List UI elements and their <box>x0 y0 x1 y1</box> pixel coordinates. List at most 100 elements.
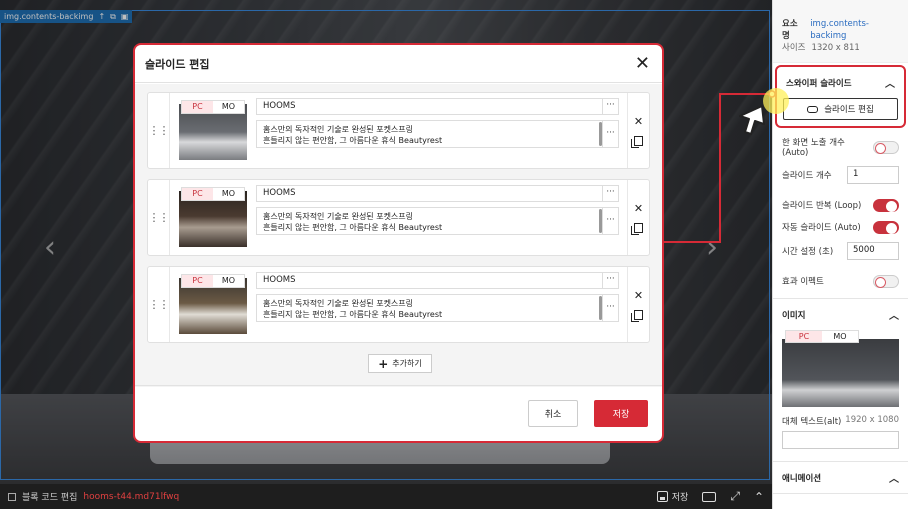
slide-desc-line1: 홈스만의 독자적인 기술로 완성된 포켓스프링 <box>263 125 414 134</box>
auto-slide-toggle[interactable] <box>873 220 899 234</box>
slide-desc-input[interactable]: 홈스만의 독자적인 기술로 완성된 포켓스프링 흔들리지 않는 편안함, 그 아… <box>256 120 619 148</box>
title-more-button[interactable]: ··· <box>602 185 618 202</box>
edit-slides-button[interactable]: 슬라이드 편집 <box>783 98 898 120</box>
slide-count-row: 슬라이드 개수 1 <box>773 162 908 188</box>
image-section-title: 이미지 <box>782 310 806 321</box>
loop-toggle[interactable] <box>873 198 899 212</box>
slide-desc-input[interactable]: 홈스만의 독자적인 기술로 완성된 포켓스프링 흔들리지 않는 편안함, 그 아… <box>256 207 619 235</box>
drag-handle-icon[interactable]: ⋮⋮ <box>148 267 170 342</box>
duplicate-slide-icon[interactable] <box>631 310 643 322</box>
hand-cursor-icon <box>739 105 765 135</box>
cancel-button[interactable]: 취소 <box>528 400 578 427</box>
modal-header: 슬라이드 편집 ✕ <box>135 45 662 83</box>
modal-footer: 취소 저장 <box>135 385 662 441</box>
slide-desc-line2: 흔들리지 않는 편안함, 그 아름다운 휴식 Beautyrest <box>263 310 443 319</box>
tab-mo[interactable]: MO <box>822 331 858 342</box>
slide-title-input[interactable]: HOOMS ··· <box>256 185 619 202</box>
drag-handle-icon[interactable]: ⋮⋮ <box>148 180 170 255</box>
chevron-up-icon[interactable]: ︿ <box>889 470 899 485</box>
bottom-save-button[interactable]: 저장 <box>656 490 689 503</box>
loop-label: 슬라이드 반복 (Loop) <box>782 201 862 211</box>
slide-thumbnail[interactable]: PC MO <box>179 187 247 247</box>
animation-section: 애니메이션 ︿ <box>773 462 908 494</box>
animation-section-header[interactable]: 애니메이션 ︿ <box>773 462 908 493</box>
device-tabs: PC MO <box>181 100 245 114</box>
chevron-up-icon[interactable]: ⌃ <box>754 490 764 504</box>
image-section: 이미지 ︿ PC MO 대체 텍스트(alt) 1920 x 1080 <box>773 299 908 462</box>
block-code-id: hooms-t44.md71lfwq <box>83 491 180 502</box>
slide-item: ⋮⋮ PC MO HOOMS ··· 홈스만의 독자적인 기술로 완성된 포켓스… <box>147 92 650 169</box>
edit-slides-label: 슬라이드 편집 <box>824 105 874 115</box>
slide-title-input[interactable]: HOOMS ··· <box>256 272 619 289</box>
swiper-section-title: 스와이퍼 슬라이드 <box>786 78 852 89</box>
slide-item: ⋮⋮ PC MO HOOMS ··· 홈스만의 독자적인 기술로 완성된 포켓스… <box>147 179 650 256</box>
device-tabs: PC MO <box>181 274 245 288</box>
keyboard-icon[interactable] <box>702 491 717 502</box>
duplicate-slide-icon[interactable] <box>631 223 643 235</box>
chevron-up-icon[interactable]: ︿ <box>889 307 899 322</box>
time-input[interactable]: 5000 <box>847 242 899 260</box>
plus-icon: + <box>378 356 389 371</box>
image-preview[interactable] <box>782 339 899 407</box>
slide-thumbnail[interactable]: PC MO <box>179 274 247 334</box>
delete-slide-icon[interactable]: ✕ <box>634 289 643 302</box>
save-icon <box>656 491 668 502</box>
cursor-highlight <box>763 88 789 114</box>
loop-row: 슬라이드 반복 (Loop) <box>773 194 908 216</box>
visible-count-toggle[interactable] <box>873 140 899 154</box>
alt-row: 대체 텍스트(alt) 1920 x 1080 <box>773 407 908 431</box>
tab-pc[interactable]: PC <box>786 331 822 342</box>
delete-slide-icon[interactable]: ✕ <box>634 115 643 128</box>
duplicate-slide-icon[interactable] <box>631 136 643 148</box>
slide-desc-input[interactable]: 홈스만의 독자적인 기술로 완성된 포켓스프링 흔들리지 않는 편안함, 그 아… <box>256 294 619 322</box>
effect-toggle[interactable] <box>873 274 899 288</box>
title-more-button[interactable]: ··· <box>602 98 618 115</box>
tab-pc[interactable]: PC <box>182 275 213 287</box>
modal-title: 슬라이드 편집 <box>145 57 210 71</box>
close-icon[interactable]: ✕ <box>635 54 650 73</box>
block-code-edit-link[interactable]: 블록 코드 편집 <box>22 490 77 503</box>
element-name-label: 요소명 <box>782 19 798 41</box>
slide-title-value: HOOMS <box>263 188 296 198</box>
title-more-button[interactable]: ··· <box>602 272 618 289</box>
fullscreen-icon[interactable]: ⤢ <box>730 489 740 504</box>
slide-edit-modal: 슬라이드 편집 ✕ ⋮⋮ PC MO HOOMS ··· 홈스만의 독자적인 기… <box>133 43 664 443</box>
add-slide-button[interactable]: + 추가하기 <box>368 354 432 373</box>
desc-more-button[interactable]: ··· <box>602 207 618 235</box>
time-row: 시간 설정 (초) 5000 <box>773 238 908 264</box>
element-size-label: 사이즈 <box>782 43 806 53</box>
swiper-section-header[interactable]: 스와이퍼 슬라이드 ︿ <box>777 67 904 98</box>
effect-label: 효과 이펙트 <box>782 277 824 287</box>
slide-title-input[interactable]: HOOMS ··· <box>256 98 619 115</box>
desc-more-button[interactable]: ··· <box>602 120 618 148</box>
drag-handle-icon[interactable]: ⋮⋮ <box>148 93 170 168</box>
visible-count-label: 한 화면 노출 개수 (Auto) <box>782 138 845 158</box>
slide-title-value: HOOMS <box>263 101 296 111</box>
swiper-settings: 한 화면 노출 개수 (Auto) 슬라이드 개수 1 슬라이드 반복 (Loo… <box>773 128 908 299</box>
tab-mo[interactable]: MO <box>213 275 244 287</box>
slide-count-input[interactable]: 1 <box>847 166 899 184</box>
add-slide-label: 추가하기 <box>392 359 422 368</box>
element-name-value: img.contents-backimg <box>810 19 869 41</box>
auto-slide-label: 자동 슬라이드 (Auto) <box>782 223 861 233</box>
bottom-save-label: 저장 <box>671 493 689 503</box>
modal-body: ⋮⋮ PC MO HOOMS ··· 홈스만의 독자적인 기술로 완성된 포켓스… <box>135 84 662 387</box>
slide-title-value: HOOMS <box>263 275 296 285</box>
tab-pc[interactable]: PC <box>182 188 213 200</box>
tab-mo[interactable]: MO <box>213 188 244 200</box>
slide-thumbnail[interactable]: PC MO <box>179 100 247 160</box>
slide-tools: ✕ <box>627 180 649 255</box>
tab-mo[interactable]: MO <box>213 101 244 113</box>
element-info: 요소명 img.contents-backimg 사이즈 1320 x 811 <box>773 0 908 63</box>
image-size: 1920 x 1080 <box>845 415 899 425</box>
image-section-header[interactable]: 이미지 ︿ <box>773 299 908 330</box>
delete-slide-icon[interactable]: ✕ <box>634 202 643 215</box>
desc-more-button[interactable]: ··· <box>602 294 618 322</box>
slide-item: ⋮⋮ PC MO HOOMS ··· 홈스만의 독자적인 기술로 완성된 포켓스… <box>147 266 650 343</box>
alt-text-input[interactable] <box>782 431 899 449</box>
tab-pc[interactable]: PC <box>182 101 213 113</box>
time-label: 시간 설정 (초) <box>782 247 834 257</box>
save-button[interactable]: 저장 <box>594 400 648 427</box>
slide-desc-line2: 흔들리지 않는 편안함, 그 아름다운 휴식 Beautyrest <box>263 136 443 145</box>
chevron-up-icon[interactable]: ︿ <box>885 75 895 90</box>
